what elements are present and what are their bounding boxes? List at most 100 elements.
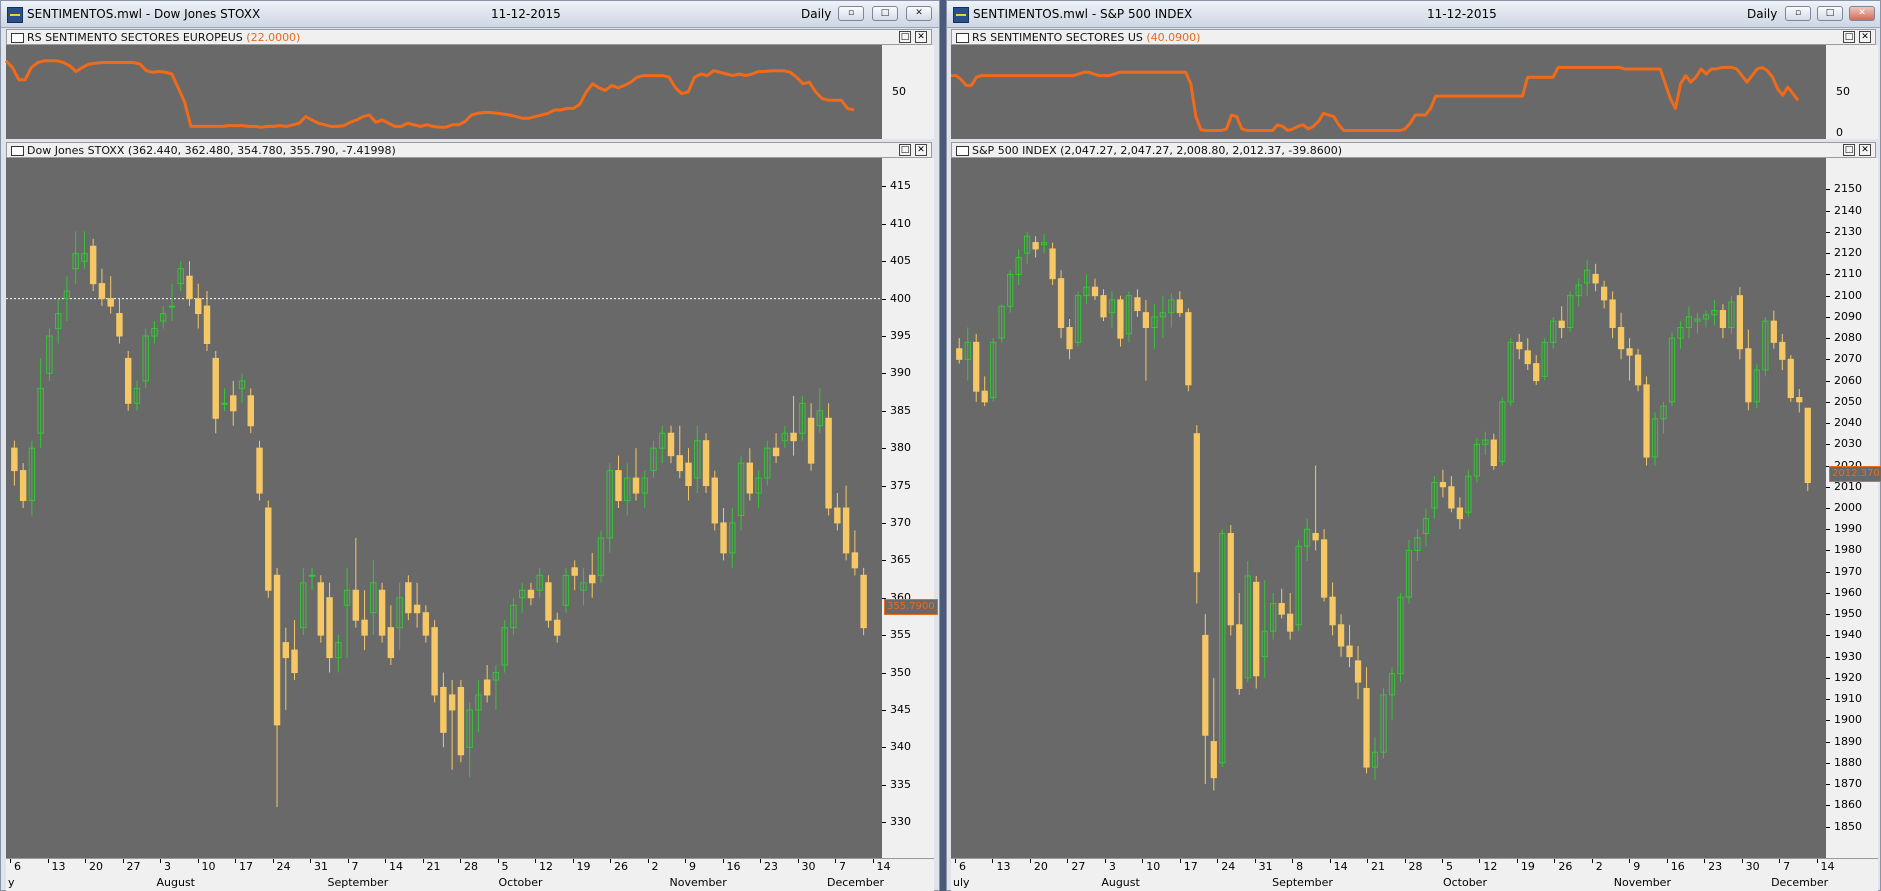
x-month-label: October	[1442, 876, 1487, 889]
y-tick-mark	[882, 336, 886, 337]
pane-maximize-button[interactable]: □	[1843, 31, 1855, 43]
y-tick-label: 380	[890, 441, 911, 455]
x-tick-label: 5	[1445, 860, 1453, 873]
minimize-button[interactable]: ▫	[1785, 6, 1811, 21]
price-y-axis[interactable]: 330 335 340 345 350 355 360 365 370 375 380 385 390 3…	[882, 158, 934, 858]
x-month-label: August	[156, 876, 196, 889]
y-tick-label: 385	[890, 403, 911, 417]
candle-down	[1312, 532, 1319, 541]
price-y-axis[interactable]: 1850 1860 1870 1880 1890 1900 1910 1920 1930 1940…	[1826, 158, 1878, 858]
price-plot[interactable]	[6, 158, 882, 858]
x-tick-label: 26	[614, 860, 628, 873]
y-tick-label: 1880	[1834, 755, 1862, 769]
x-tick-label: 10	[1146, 860, 1161, 873]
y-tick-mark	[882, 522, 886, 524]
candle-down	[1227, 532, 1234, 626]
x-tick-label: 24	[1221, 860, 1236, 873]
candlestick-svg	[956, 231, 1811, 791]
close-button[interactable]: ✕	[1849, 6, 1875, 21]
x-month-label: September	[327, 876, 389, 889]
x-tick-mark	[460, 859, 461, 863]
maximize-button[interactable]: □	[872, 6, 898, 21]
y-tick-mark	[1826, 210, 1830, 212]
pane-maximize-button[interactable]: □	[1843, 144, 1855, 156]
date-x-axis[interactable]: 6 13 20 27 3 10 17 24 31 8 14 21 28 5 12 19 26 2 9 16 23 30 7 1…	[951, 858, 1878, 891]
x-tick-mark	[1217, 859, 1219, 863]
candle-down	[89, 245, 97, 285]
sentiment-line	[951, 65, 1800, 132]
minimize-button[interactable]: ▫	[838, 6, 864, 21]
x-tick-label: 27	[1071, 860, 1086, 873]
pane-maximize-button[interactable]: □	[899, 144, 911, 156]
x-tick-mark	[347, 859, 349, 863]
pane-close-button[interactable]: ✕	[1859, 31, 1871, 43]
x-tick-mark	[235, 859, 236, 863]
maximize-button[interactable]: □	[1817, 6, 1843, 21]
app-icon	[953, 7, 969, 23]
candle-down	[746, 462, 754, 494]
x-tick-label: 9	[1633, 860, 1641, 873]
price-plot[interactable]	[951, 158, 1826, 858]
x-tick-mark	[760, 859, 761, 863]
x-tick-label: 31	[1258, 860, 1273, 873]
indicator-plot[interactable]	[4, 45, 882, 139]
candle-down	[1516, 341, 1523, 350]
x-tick-mark	[422, 859, 424, 863]
x-tick-mark	[572, 859, 574, 863]
y-tick-label: 1920	[1834, 670, 1862, 684]
pane-close-button[interactable]: ✕	[915, 31, 927, 43]
y-tick-mark	[882, 485, 886, 487]
x-tick-mark	[272, 859, 274, 863]
candle-down	[124, 357, 132, 404]
close-button[interactable]: ✕	[906, 6, 932, 21]
candle-down	[1278, 603, 1285, 615]
x-tick-label: 14	[876, 860, 891, 873]
candle-down	[589, 574, 596, 584]
y-tick-mark	[882, 373, 886, 375]
x-tick-label: 3	[1108, 860, 1116, 873]
x-tick-label: 21	[1371, 860, 1386, 873]
y-tick-mark	[1826, 316, 1830, 318]
indicator-y-axis[interactable]: 0 50	[1826, 45, 1878, 139]
y-tick-mark	[1826, 508, 1830, 509]
right-title-bar[interactable]: SENTIMENTOS.mwl - S&P 500 INDEX 11-12-20…	[947, 1, 1880, 28]
y-tick-mark	[882, 560, 886, 562]
x-month-label: October	[498, 876, 543, 889]
candle-down	[457, 686, 465, 756]
x-month-label: December	[1771, 876, 1829, 889]
y-tick-label: 2130	[1834, 224, 1862, 238]
candle-down	[256, 447, 263, 494]
left-title-bar[interactable]: SENTIMENTOS.mwl - Dow Jones STOXX 11-12-…	[1, 1, 939, 28]
x-tick-mark	[1367, 859, 1369, 863]
x-tick-label: 26	[1558, 860, 1573, 873]
x-tick-mark	[1704, 859, 1706, 863]
x-tick-mark	[1516, 859, 1518, 863]
x-month-label: y	[8, 876, 15, 889]
y-tick-label: 2030	[1834, 437, 1862, 451]
candle-down	[1134, 297, 1141, 312]
pane-close-button[interactable]: ✕	[915, 144, 927, 156]
y-tick-mark	[882, 410, 886, 412]
date-x-axis[interactable]: 6 13 20 27 3 10 17 24 31 7 14 21 28 5 12 19 26 2 9 16 23 30 7 1…	[6, 858, 934, 891]
pane-maximize-button[interactable]: □	[899, 31, 911, 43]
x-tick-mark	[1067, 859, 1069, 863]
candle-down	[1202, 634, 1209, 736]
indicator-plot[interactable]	[951, 45, 1826, 139]
y-tick-mark	[882, 672, 886, 674]
y-tick-label: 1960	[1834, 585, 1862, 599]
y-tick-label: 345	[890, 702, 911, 716]
candle-down	[1032, 242, 1039, 250]
indicator-y-axis[interactable]: 50	[882, 45, 934, 139]
x-tick-label: 6	[959, 860, 966, 873]
x-tick-label: 7	[839, 860, 846, 873]
candle-down	[317, 582, 325, 636]
y-tick-label: 1870	[1834, 777, 1862, 791]
candle-down	[1185, 312, 1192, 386]
y-tick-label: 1930	[1834, 649, 1862, 663]
y-tick-label: 375	[890, 478, 911, 492]
y-tick-label: 2070	[1834, 352, 1862, 366]
candle-down	[448, 694, 456, 711]
y-tick-label: 370	[890, 515, 911, 529]
pane-close-button[interactable]: ✕	[1859, 144, 1871, 156]
y-tick-label: 2060	[1834, 373, 1862, 387]
